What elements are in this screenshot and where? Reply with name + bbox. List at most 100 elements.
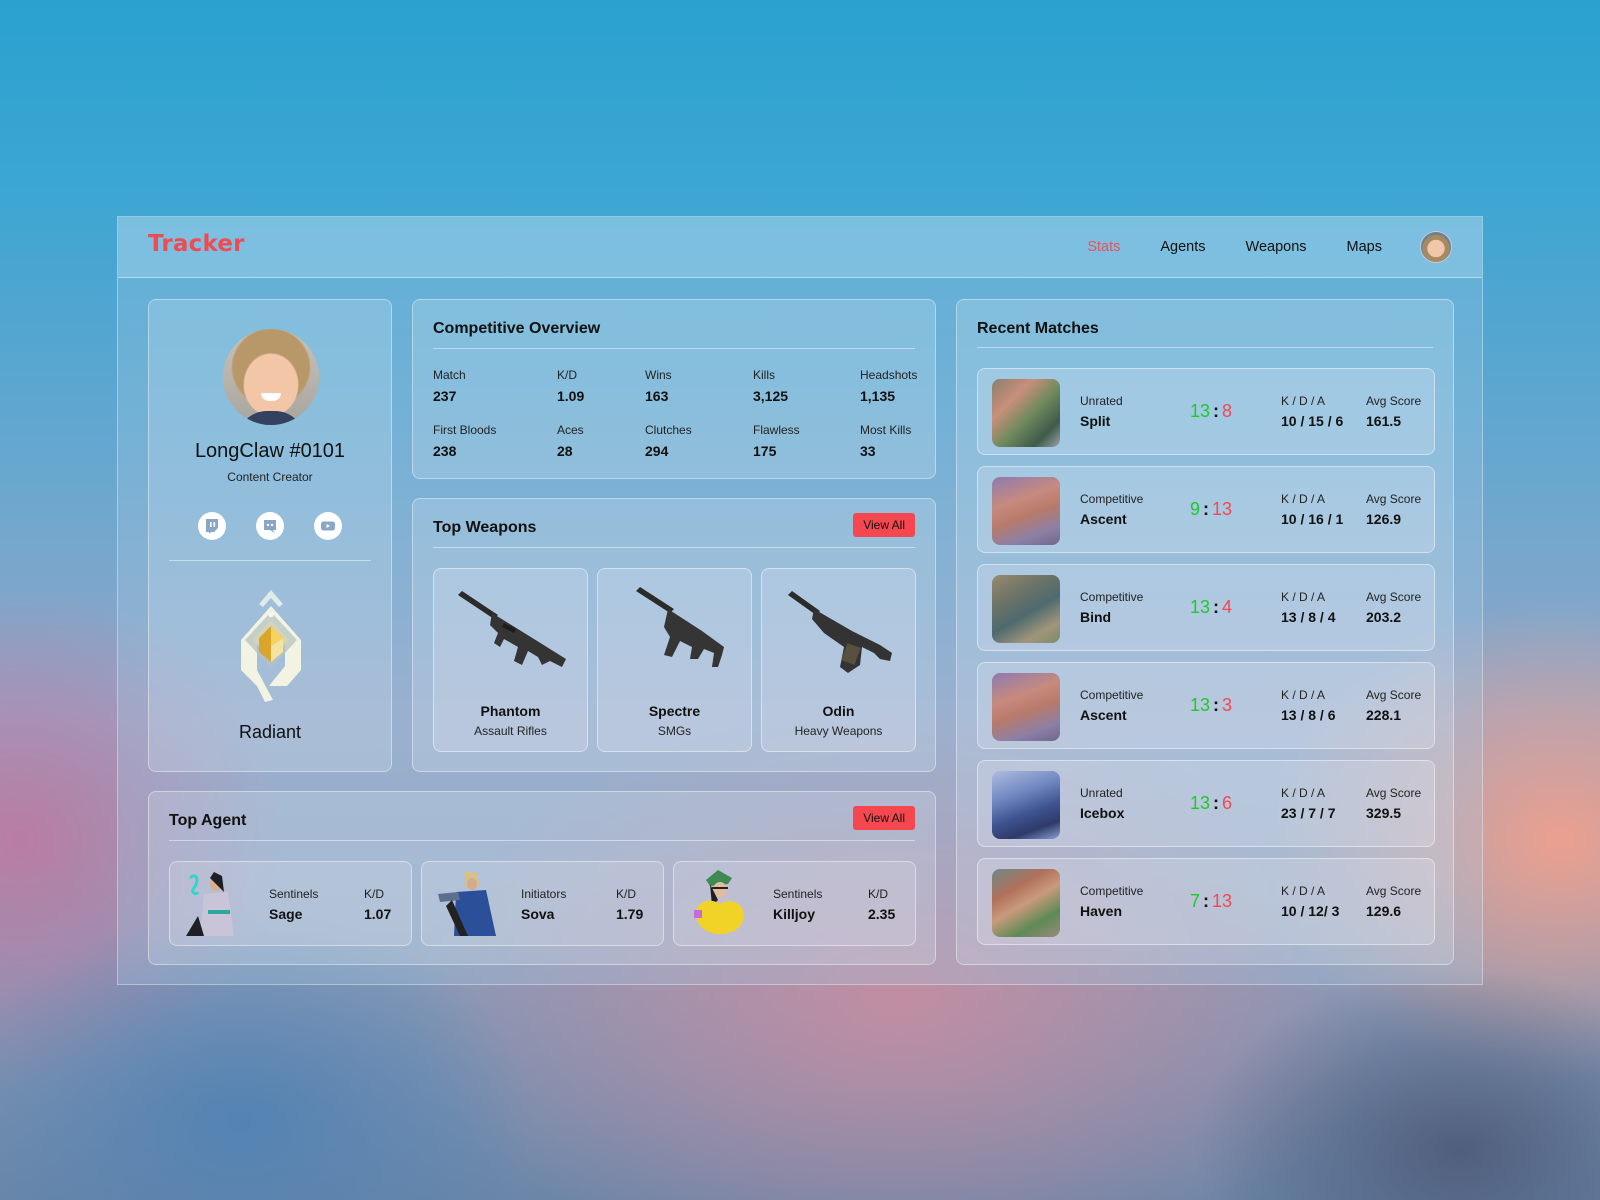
- discord-link[interactable]: [256, 512, 284, 540]
- agent-role: Sentinels: [269, 887, 319, 901]
- phantom-rifle-icon: [458, 591, 566, 667]
- nav-stats[interactable]: Stats: [1087, 239, 1120, 255]
- weapon-card-spectre[interactable]: Spectre SMGs: [597, 568, 752, 752]
- stat-value: 175: [753, 443, 777, 459]
- user-avatar[interactable]: [1420, 231, 1452, 263]
- match-row[interactable]: Competitive Ascent 13:3 K / D / A 13 / 8…: [977, 662, 1435, 749]
- avg-score-label: Avg Score: [1366, 492, 1422, 506]
- avg-score-value: 203.2: [1366, 609, 1402, 625]
- weapon-card-odin[interactable]: Odin Heavy Weapons: [761, 568, 916, 752]
- score-enemy: 13: [1212, 499, 1233, 519]
- spectre-smg-icon: [636, 587, 724, 667]
- weapon-type: Heavy Weapons: [794, 724, 883, 738]
- agent-kd-label: K/D: [868, 887, 889, 901]
- weapon-name: Phantom: [480, 703, 541, 719]
- agents-divider: [169, 840, 915, 841]
- map-thumbnail-ascent: [992, 477, 1060, 545]
- agent-name: Sage: [269, 906, 303, 922]
- killjoy-agent-portrait: [694, 870, 744, 934]
- avg-score-value: 329.5: [1366, 805, 1402, 821]
- twitch-link[interactable]: [198, 512, 226, 540]
- avg-score-value: 228.1: [1366, 707, 1402, 723]
- avg-score-label: Avg Score: [1366, 786, 1422, 800]
- agent-card-killjoy[interactable]: Sentinels Killjoy K/D 2.35: [673, 861, 916, 946]
- agent-kd-label: K/D: [616, 887, 637, 901]
- youtube-link[interactable]: [314, 512, 342, 540]
- app-window: Tracker Stats Agents Weapons Maps LongCl…: [117, 216, 1483, 985]
- rank-name: Radiant: [238, 722, 302, 742]
- match-row[interactable]: Competitive Haven 7:13 K / D / A 10 / 12…: [977, 858, 1435, 945]
- kda-value: 10 / 15 / 6: [1281, 413, 1344, 429]
- agent-role: Sentinels: [773, 887, 823, 901]
- score-enemy: 13: [1212, 891, 1233, 911]
- sage-agent-portrait: [186, 872, 234, 936]
- match-score: 9:13: [1190, 499, 1233, 519]
- nav-agents[interactable]: Agents: [1160, 239, 1205, 255]
- avg-score-label: Avg Score: [1366, 394, 1422, 408]
- stat-value: 163: [645, 388, 669, 404]
- match-row[interactable]: Unrated Split 13:8 K / D / A 10 / 15 / 6…: [977, 368, 1435, 455]
- match-score: 13:3: [1190, 695, 1233, 715]
- agent-kd-label: K/D: [364, 887, 385, 901]
- profile-avatar: [223, 329, 319, 425]
- matches-title: Recent Matches: [977, 320, 1099, 337]
- score-enemy: 3: [1222, 695, 1233, 715]
- avg-score-value: 161.5: [1366, 413, 1402, 429]
- odin-heavy-icon: [788, 591, 892, 673]
- competitive-overview-card: Competitive Overview Match 237 K/D 1.09 …: [412, 299, 936, 479]
- weapon-card-phantom[interactable]: Phantom Assault Rifles: [433, 568, 588, 752]
- kda-label: K / D / A: [1281, 884, 1326, 898]
- map-thumbnail-split: [992, 379, 1060, 447]
- agent-card-sage[interactable]: Sentinels Sage K/D 1.07: [169, 861, 412, 946]
- match-map: Ascent: [1080, 511, 1127, 527]
- weapons-view-all-button[interactable]: View All: [853, 513, 915, 537]
- kda-label: K / D / A: [1281, 786, 1326, 800]
- kda-value: 13 / 8 / 6: [1281, 707, 1336, 723]
- kda-value: 10 / 16 / 1: [1281, 511, 1344, 527]
- score-enemy: 8: [1222, 401, 1233, 421]
- stat-value: 3,125: [753, 388, 789, 404]
- agents-view-all-button[interactable]: View All: [853, 806, 915, 830]
- overview-divider: [433, 348, 915, 349]
- weapon-name: Odin: [822, 703, 855, 719]
- twitch-icon: [206, 519, 218, 534]
- nav-maps[interactable]: Maps: [1347, 239, 1382, 255]
- match-map: Bind: [1080, 609, 1112, 625]
- stat-value: 237: [433, 388, 457, 404]
- score-team: 13: [1190, 597, 1211, 617]
- stat-headshots: Headshots 1,135: [860, 368, 917, 404]
- stat-value: 1.09: [557, 388, 585, 404]
- match-mode: Unrated: [1080, 394, 1123, 408]
- stat-label: Headshots: [860, 368, 918, 382]
- matches-divider: [977, 347, 1433, 348]
- agent-kd-value: 1.07: [364, 906, 392, 922]
- map-thumbnail-icebox: [992, 771, 1060, 839]
- agent-card-sova[interactable]: Initiators Sova K/D 1.79: [421, 861, 664, 946]
- match-row[interactable]: Competitive Bind 13:4 K / D / A 13 / 8 /…: [977, 564, 1435, 651]
- profile-card: LongClaw #0101 Content Creator Radiant: [148, 299, 392, 772]
- match-mode: Competitive: [1080, 688, 1144, 702]
- app-logo[interactable]: Tracker: [148, 231, 245, 257]
- stat-label: Aces: [557, 423, 584, 437]
- match-score: 13:8: [1190, 401, 1233, 421]
- stat-value: 28: [557, 443, 573, 459]
- map-thumbnail-haven: [992, 869, 1060, 937]
- match-mode: Competitive: [1080, 590, 1144, 604]
- player-name: LongClaw #0101: [194, 440, 346, 462]
- stat-first-bloods: First Bloods 238: [433, 423, 496, 459]
- discord-icon: [264, 520, 276, 533]
- nav-weapons[interactable]: Weapons: [1246, 239, 1307, 255]
- avg-score-value: 126.9: [1366, 511, 1402, 527]
- top-nav-bar: Tracker Stats Agents Weapons Maps: [118, 217, 1482, 278]
- kda-value: 13 / 8 / 4: [1281, 609, 1336, 625]
- match-map: Split: [1080, 413, 1111, 429]
- top-weapons-card: Top Weapons View All Phantom Assault Rif…: [412, 498, 936, 772]
- match-row[interactable]: Competitive Ascent 9:13 K / D / A 10 / 1…: [977, 466, 1435, 553]
- stat-match: Match 237: [433, 368, 466, 404]
- top-agent-card: Top Agent View All Sentinels Sage K/D 1.…: [148, 791, 936, 965]
- main-nav: Stats Agents Weapons Maps: [1047, 239, 1382, 255]
- avg-score-label: Avg Score: [1366, 884, 1422, 898]
- match-row[interactable]: Unrated Icebox 13:6 K / D / A 23 / 7 / 7…: [977, 760, 1435, 847]
- overview-title: Competitive Overview: [433, 320, 601, 337]
- stat-value: 33: [860, 443, 876, 459]
